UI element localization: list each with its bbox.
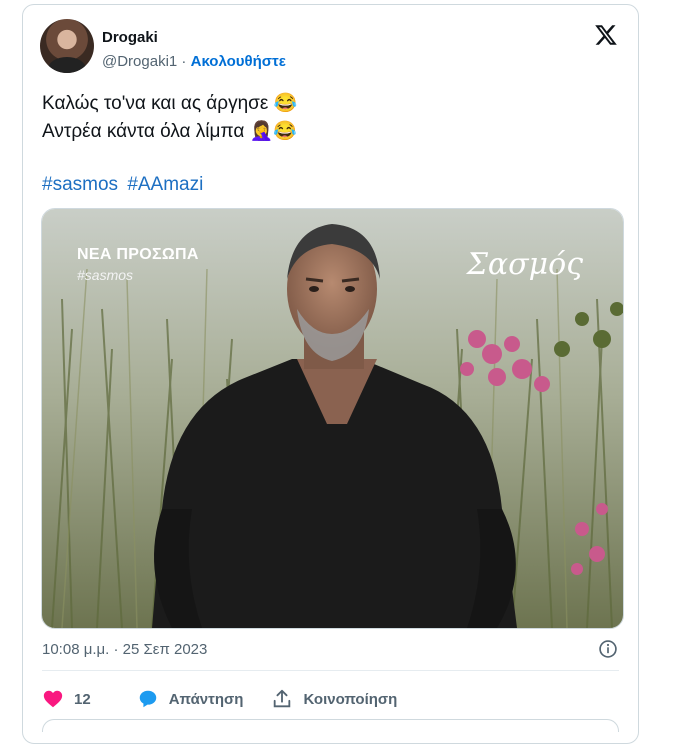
heart-icon bbox=[43, 690, 63, 708]
tweet-timestamp[interactable]: 10:08 μ.μ. · 25 Σεπ 2023 bbox=[42, 641, 207, 658]
media-overlay-title: ΝΕΑ ΠΡΟΣΩΠΑ bbox=[77, 246, 199, 263]
read-replies-button[interactable] bbox=[42, 719, 619, 732]
follow-button[interactable]: Ακολουθήστε bbox=[191, 53, 286, 70]
hashtags: #sasmos #AAmazi bbox=[42, 171, 207, 199]
tweet-media-image[interactable]: ΝΕΑ ΠΡΟΣΩΠΑ #sasmos Σασμός bbox=[41, 208, 624, 629]
info-icon[interactable] bbox=[598, 639, 618, 659]
tweet-text: Καλώς το'να και ας άργησε 😂 Αντρέα κάντα… bbox=[42, 90, 622, 146]
reply-bubble-icon bbox=[139, 690, 156, 708]
handle-separator: · bbox=[177, 53, 191, 70]
author-handle-row: @Drogaki1 · Ακολουθήστε bbox=[102, 53, 286, 70]
avatar[interactable] bbox=[40, 19, 94, 73]
hashtag-aamazi[interactable]: #AAmazi bbox=[127, 174, 203, 195]
media-overlay-hashtag: #sasmos bbox=[77, 267, 134, 283]
divider bbox=[42, 670, 619, 671]
media-overlay-logo: Σασμός bbox=[466, 247, 583, 282]
hashtag-sasmos[interactable]: #sasmos bbox=[42, 174, 118, 195]
share-button[interactable]: Κοινοποίηση bbox=[271, 688, 397, 710]
share-icon bbox=[274, 689, 291, 708]
share-label: Κοινοποίηση bbox=[303, 690, 398, 708]
tweet-actions: 12 Απάντηση Κοινοποίηση bbox=[42, 683, 397, 715]
tweet-embed-card: Drogaki @Drogaki1 · Ακολουθήστε Καλώς το… bbox=[22, 4, 639, 744]
like-count: 12 bbox=[74, 690, 91, 708]
reply-label: Απάντηση bbox=[168, 690, 244, 708]
x-logo-icon[interactable] bbox=[594, 23, 618, 47]
like-button[interactable]: 12 bbox=[42, 688, 91, 710]
tweet-text-line-1: Καλώς το'να και ας άργησε 😂 bbox=[42, 93, 298, 114]
author-name[interactable]: Drogaki bbox=[102, 29, 158, 46]
author-handle[interactable]: @Drogaki1 bbox=[102, 53, 177, 70]
tweet-text-line-2: Αντρέα κάντα όλα λίμπα 🤦‍♀️😂 bbox=[42, 121, 297, 142]
reply-button[interactable]: Απάντηση bbox=[137, 688, 244, 710]
